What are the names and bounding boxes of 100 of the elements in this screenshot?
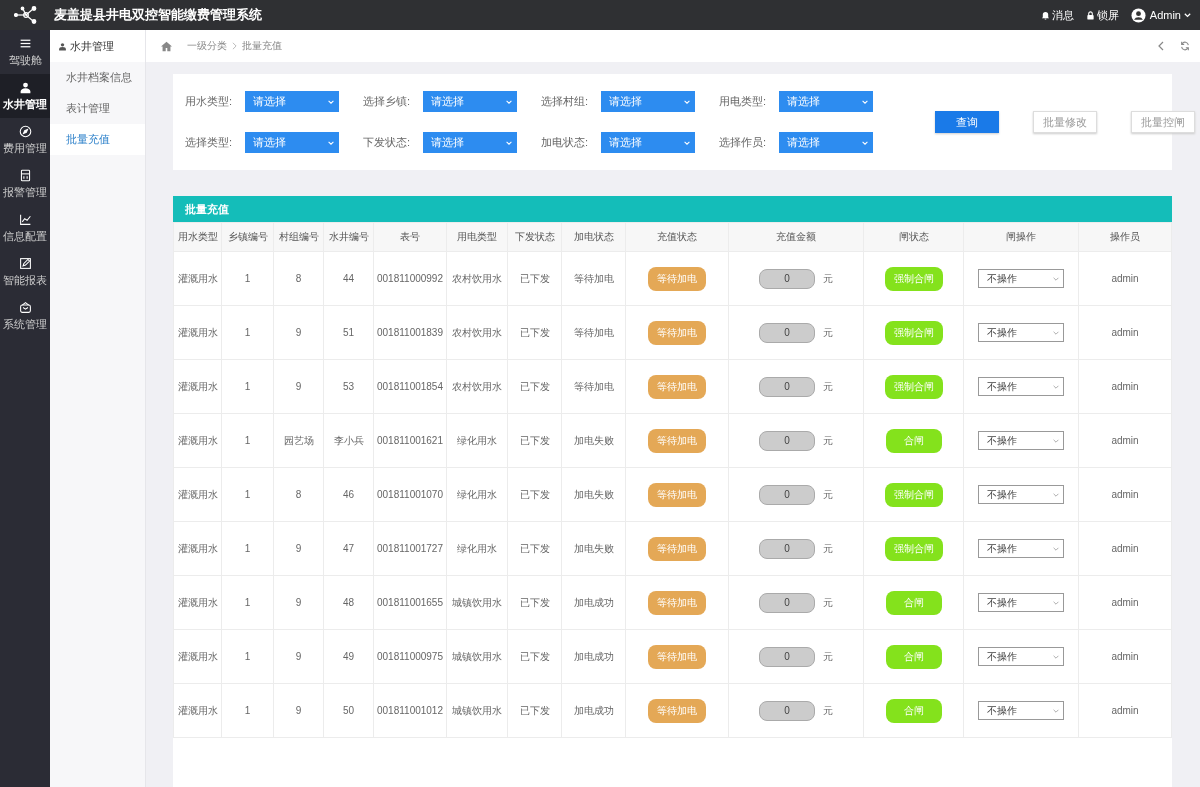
filter-select[interactable]: 请选择 [423, 91, 517, 112]
table-cell: 等待加电 [561, 359, 626, 414]
valve-operation-select[interactable]: 不操作 [978, 593, 1064, 612]
user-icon [18, 80, 32, 94]
filter-select[interactable]: 请选择 [601, 91, 695, 112]
table-cell: 001811001839 [373, 305, 447, 360]
filter-select[interactable]: 请选择 [779, 132, 873, 153]
amount-field[interactable]: 0 [759, 322, 815, 343]
table-cell: 001811001621 [373, 413, 447, 468]
amount-field[interactable]: 0 [759, 592, 815, 613]
table-cell: 9 [273, 305, 324, 360]
amount-field[interactable]: 0 [759, 646, 815, 667]
valve-operation-select[interactable]: 不操作 [978, 539, 1064, 558]
messages-link[interactable]: 消息 [1040, 7, 1074, 23]
filter-select[interactable]: 请选择 [779, 91, 873, 112]
user-avatar-icon [1130, 7, 1146, 23]
breadcrumb-link[interactable]: 一级分类 [187, 39, 227, 53]
table-cell: 农村饮用水 [446, 359, 508, 414]
table-cell: 灌溉用水 [173, 359, 222, 414]
table-cell: 已下发 [507, 413, 562, 468]
account-menu[interactable]: Admin [1130, 7, 1192, 23]
refresh-icon[interactable] [1180, 41, 1190, 51]
amount-field[interactable]: 0 [759, 376, 815, 397]
lock-icon [1085, 10, 1095, 20]
table-cell: 园艺场 [273, 413, 324, 468]
sidebar-item[interactable]: 智能报表 [0, 250, 50, 294]
column-header: 加电状态 [561, 222, 626, 252]
query-button[interactable]: 查询 [935, 111, 999, 133]
lock-screen-link[interactable]: 锁屏 [1085, 7, 1119, 23]
table-cell: 已下发 [507, 251, 562, 306]
recharge-status-badge: 等待加电 [648, 482, 706, 507]
table-cell: 加电成功 [561, 629, 626, 684]
table-cell: 9 [273, 521, 324, 576]
envelope-icon [18, 300, 32, 314]
table-cell: 农村饮用水 [446, 251, 508, 306]
table-cell: 城镇饮用水 [446, 575, 508, 630]
table-cell: 1 [221, 413, 274, 468]
filter-select[interactable]: 请选择 [245, 91, 339, 112]
table-cell: 灌溉用水 [173, 521, 222, 576]
table-cell: admin [1078, 575, 1172, 630]
sidebar-item[interactable]: 水井管理 [0, 74, 50, 118]
bell-icon [1040, 10, 1050, 20]
unit-label: 元 [823, 325, 833, 340]
table-cell: admin [1078, 305, 1172, 360]
table-cell: 灌溉用水 [173, 629, 222, 684]
table-cell: admin [1078, 683, 1172, 738]
caret-icon [1183, 10, 1192, 20]
valve-operation-select[interactable]: 不操作 [978, 323, 1064, 342]
amount-field[interactable]: 0 [759, 268, 815, 289]
chevron-icon [232, 42, 237, 50]
sidebar-item[interactable]: 信息配置 [0, 206, 50, 250]
table-cell: 9 [273, 683, 324, 738]
sidebar-item[interactable]: 驾驶舱 [0, 30, 50, 74]
table-cell: 1 [221, 521, 274, 576]
amount-field[interactable]: 0 [759, 484, 815, 505]
amount-field[interactable]: 0 [759, 700, 815, 721]
column-header: 闸操作 [963, 222, 1079, 252]
table-cell: 已下发 [507, 359, 562, 414]
submenu-item[interactable]: 水井档案信息 [50, 62, 145, 93]
table-cell: 绿化用水 [446, 413, 508, 468]
table-cell: 001811001727 [373, 521, 447, 576]
sidebar-item[interactable]: 费用管理 [0, 118, 50, 162]
table-cell: 绿化用水 [446, 467, 508, 522]
filter-select[interactable]: 请选择 [245, 132, 339, 153]
column-header: 充值金额 [728, 222, 864, 252]
sidebar-item[interactable]: 报警管理 [0, 162, 50, 206]
table-cell: 1 [221, 305, 274, 360]
back-icon[interactable] [1156, 41, 1166, 51]
sidebar-item[interactable]: 系统管理 [0, 294, 50, 338]
submenu-item[interactable]: 表计管理 [50, 93, 145, 124]
table-cell: admin [1078, 359, 1172, 414]
table-cell: 加电失败 [561, 413, 626, 468]
table-cell: 等待加电 [561, 305, 626, 360]
table-cell: 1 [221, 251, 274, 306]
table-cell: 001811001070 [373, 467, 447, 522]
valve-operation-select[interactable]: 不操作 [978, 269, 1064, 288]
valve-operation-select[interactable]: 不操作 [978, 647, 1064, 666]
breadcrumb-link[interactable]: 批量充值 [242, 39, 282, 53]
valve-operation-select[interactable]: 不操作 [978, 485, 1064, 504]
line-chart-icon [18, 212, 32, 226]
recharge-status-badge: 等待加电 [648, 320, 706, 345]
amount-field[interactable]: 0 [759, 430, 815, 451]
submenu-item[interactable]: 批量充值 [50, 124, 145, 155]
valve-operation-select[interactable]: 不操作 [978, 701, 1064, 720]
amount-field[interactable]: 0 [759, 538, 815, 559]
valve-operation-select[interactable]: 不操作 [978, 377, 1064, 396]
table-cell: 已下发 [507, 521, 562, 576]
table-cell: 9 [273, 629, 324, 684]
valve-status-badge: 强制合闸 [884, 266, 943, 291]
filter-select[interactable]: 请选择 [601, 132, 695, 153]
table-cell: 城镇饮用水 [446, 683, 508, 738]
table-cell: 1 [221, 683, 274, 738]
table-cell: 51 [323, 305, 374, 360]
column-header: 充值状态 [625, 222, 729, 252]
table-cell: 001811001655 [373, 575, 447, 630]
filter-select[interactable]: 请选择 [423, 132, 517, 153]
valve-operation-select[interactable]: 不操作 [978, 431, 1064, 450]
calculator-icon [18, 168, 32, 182]
home-icon[interactable] [160, 40, 173, 52]
recharge-status-badge: 等待加电 [648, 536, 706, 561]
